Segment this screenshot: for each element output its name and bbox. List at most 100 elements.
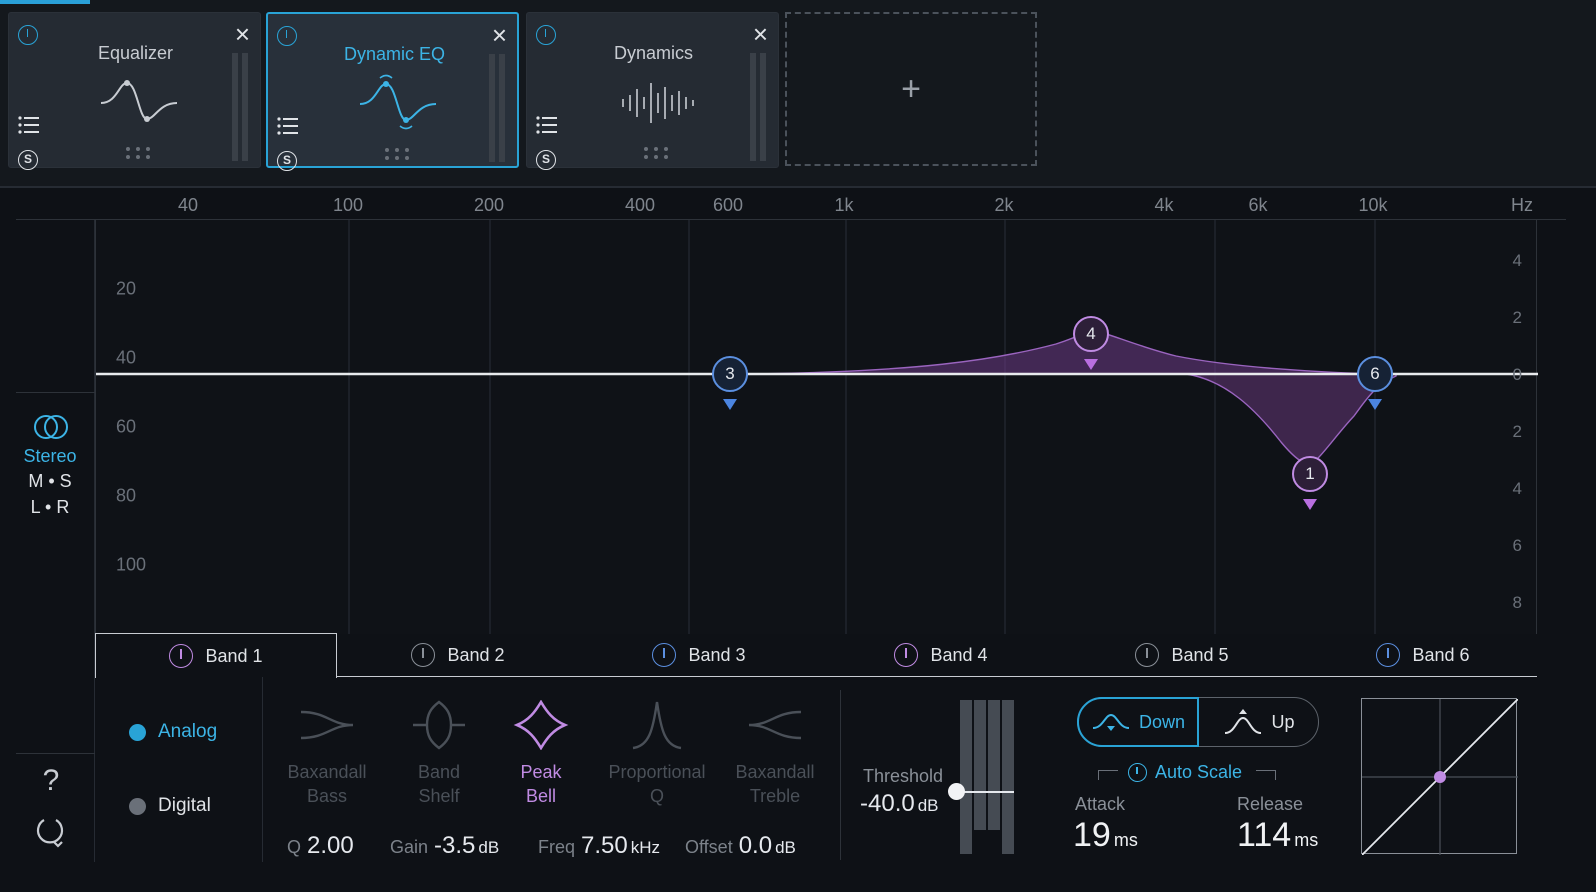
shape-baxandall-bass[interactable]: Baxandall Bass [267,700,387,808]
mode-label: Analog [158,721,218,742]
band-4-dynamic-handle-icon[interactable] [1084,359,1098,370]
baxandall-treble-icon [748,710,802,740]
mode-label: Digital [158,795,211,816]
shape-baxandall-treble[interactable]: Baxandall Treble [715,700,835,808]
freq-label: 100 [332,195,364,215]
auto-scale-control[interactable]: Auto Scale [1128,762,1242,783]
db-scale-right: 0 [1512,365,1522,384]
left-right-mode-option[interactable]: L • R [16,497,84,518]
band-node-6[interactable]: 6 [1357,356,1393,392]
power-icon[interactable] [536,25,556,45]
module-equalizer[interactable]: Equalizer × S [8,12,261,170]
db-scale-left: 100 [116,554,147,575]
baxandall-bass-icon [300,710,354,740]
help-icon[interactable]: ? [36,764,66,798]
solo-icon[interactable]: S [536,150,556,170]
down-button[interactable]: Down [1077,697,1199,747]
db-scale-left: 40 [116,347,137,368]
release-readout[interactable]: 114 ms [1237,816,1318,855]
auto-scale-power-icon[interactable] [1128,763,1147,782]
band-power-icon[interactable] [652,643,677,667]
drag-handle-icon[interactable] [123,146,153,160]
shape-proportional-q[interactable]: Proportional Q [597,700,717,808]
eq-graph[interactable]: 20 40 60 80 100 4 2 0 2 4 6 8 3 4 1 6 [95,220,1538,634]
band-power-icon[interactable] [411,643,436,667]
freq-param[interactable]: Freq 7.50 kHz [538,832,660,860]
gain-param[interactable]: Gain -3.5 dB [390,832,499,860]
gain-value[interactable]: -3.5 [434,832,475,859]
freq-label: 4k [1154,195,1174,215]
up-button[interactable]: Up [1199,697,1319,747]
module-dynamics[interactable]: Dynamics × S [526,12,779,170]
offset-param[interactable]: Offset 0.0 dB [685,832,796,860]
attack-readout[interactable]: 19 ms [1073,816,1138,855]
reset-icon[interactable] [34,814,66,848]
band-power-icon[interactable] [1135,643,1160,667]
freq-label: 400 [624,195,656,215]
freq-unit: kHz [630,838,661,857]
band-node-3[interactable]: 3 [712,356,748,392]
freq-label: 40 [177,195,199,215]
attack-value[interactable]: 19 [1073,816,1111,854]
mid-side-mode-option[interactable]: M • S [16,471,84,492]
list-icon[interactable] [277,117,299,135]
solo-icon[interactable]: S [18,150,38,170]
band-power-icon[interactable] [1376,643,1401,667]
frequency-axis: 40 100 200 400 600 1k 2k 4k 6k 10k Hz [16,188,1566,220]
close-icon[interactable]: × [753,21,768,47]
db-scale-left: 20 [116,278,137,299]
add-module-slot[interactable]: + [785,12,1037,166]
attack-unit: ms [1113,830,1138,850]
drag-handle-icon[interactable] [641,146,671,160]
offset-value[interactable]: 0.0 [739,832,772,859]
tab-band-4[interactable]: Band 4 [820,633,1062,677]
band-power-icon[interactable] [894,643,919,667]
band-node-4[interactable]: 4 [1073,316,1109,352]
auto-scale-toggle[interactable]: Auto Scale [1098,762,1276,786]
stereo-mode-option[interactable]: Stereo [16,446,84,467]
module-meter [750,53,768,161]
threshold-readout[interactable]: -40.0 dB [860,790,939,818]
divider [840,690,841,860]
close-icon[interactable]: × [235,21,250,47]
mode-digital-option[interactable]: Digital [129,795,211,817]
q-param[interactable]: Q 2.00 [287,832,354,860]
freq-value[interactable]: 7.50 [581,832,628,859]
band-tab-label: Band 6 [1412,644,1470,665]
shape-label: Peak [520,762,562,782]
tab-band-1[interactable]: Band 1 [95,633,337,678]
close-icon[interactable]: × [492,22,507,48]
band-node-1[interactable]: 1 [1292,456,1328,492]
list-icon[interactable] [536,116,558,134]
release-unit: ms [1294,830,1319,850]
shape-label: Baxandall [287,762,367,782]
solo-icon[interactable]: S [277,151,297,171]
eq-curve-icon [100,80,178,122]
list-icon[interactable] [18,116,40,134]
module-dynamic-eq[interactable]: Dynamic EQ × S [266,12,519,171]
tab-band-6[interactable]: Band 6 [1302,633,1544,677]
band-1-dynamic-handle-icon[interactable] [1303,499,1317,510]
channel-panel: Stereo M • S L • R ? [16,220,95,862]
shape-label: Bass [306,786,348,806]
release-value[interactable]: 114 [1237,816,1291,854]
stereo-link-icon[interactable] [33,414,69,440]
direction-toggle: Down Up [1077,697,1319,747]
band-power-icon[interactable] [169,644,194,668]
divider [16,753,95,754]
power-icon[interactable] [18,25,38,45]
divider [16,392,95,393]
power-icon[interactable] [277,26,297,46]
tab-band-5[interactable]: Band 5 [1061,633,1303,677]
q-value[interactable]: 2.00 [307,832,354,859]
band-6-dynamic-handle-icon[interactable] [1368,399,1382,410]
tab-band-3[interactable]: Band 3 [578,633,820,677]
threshold-value[interactable]: -40.0 [860,790,915,817]
mode-analog-option[interactable]: Analog [129,721,217,743]
shape-label: Baxandall [735,762,815,782]
tab-band-2[interactable]: Band 2 [337,633,579,677]
band-3-dynamic-handle-icon[interactable] [723,399,737,410]
threshold-slider-handle[interactable] [948,783,965,800]
drag-handle-icon[interactable] [382,147,412,161]
shape-peak-bell[interactable]: Peak Bell [481,700,601,808]
